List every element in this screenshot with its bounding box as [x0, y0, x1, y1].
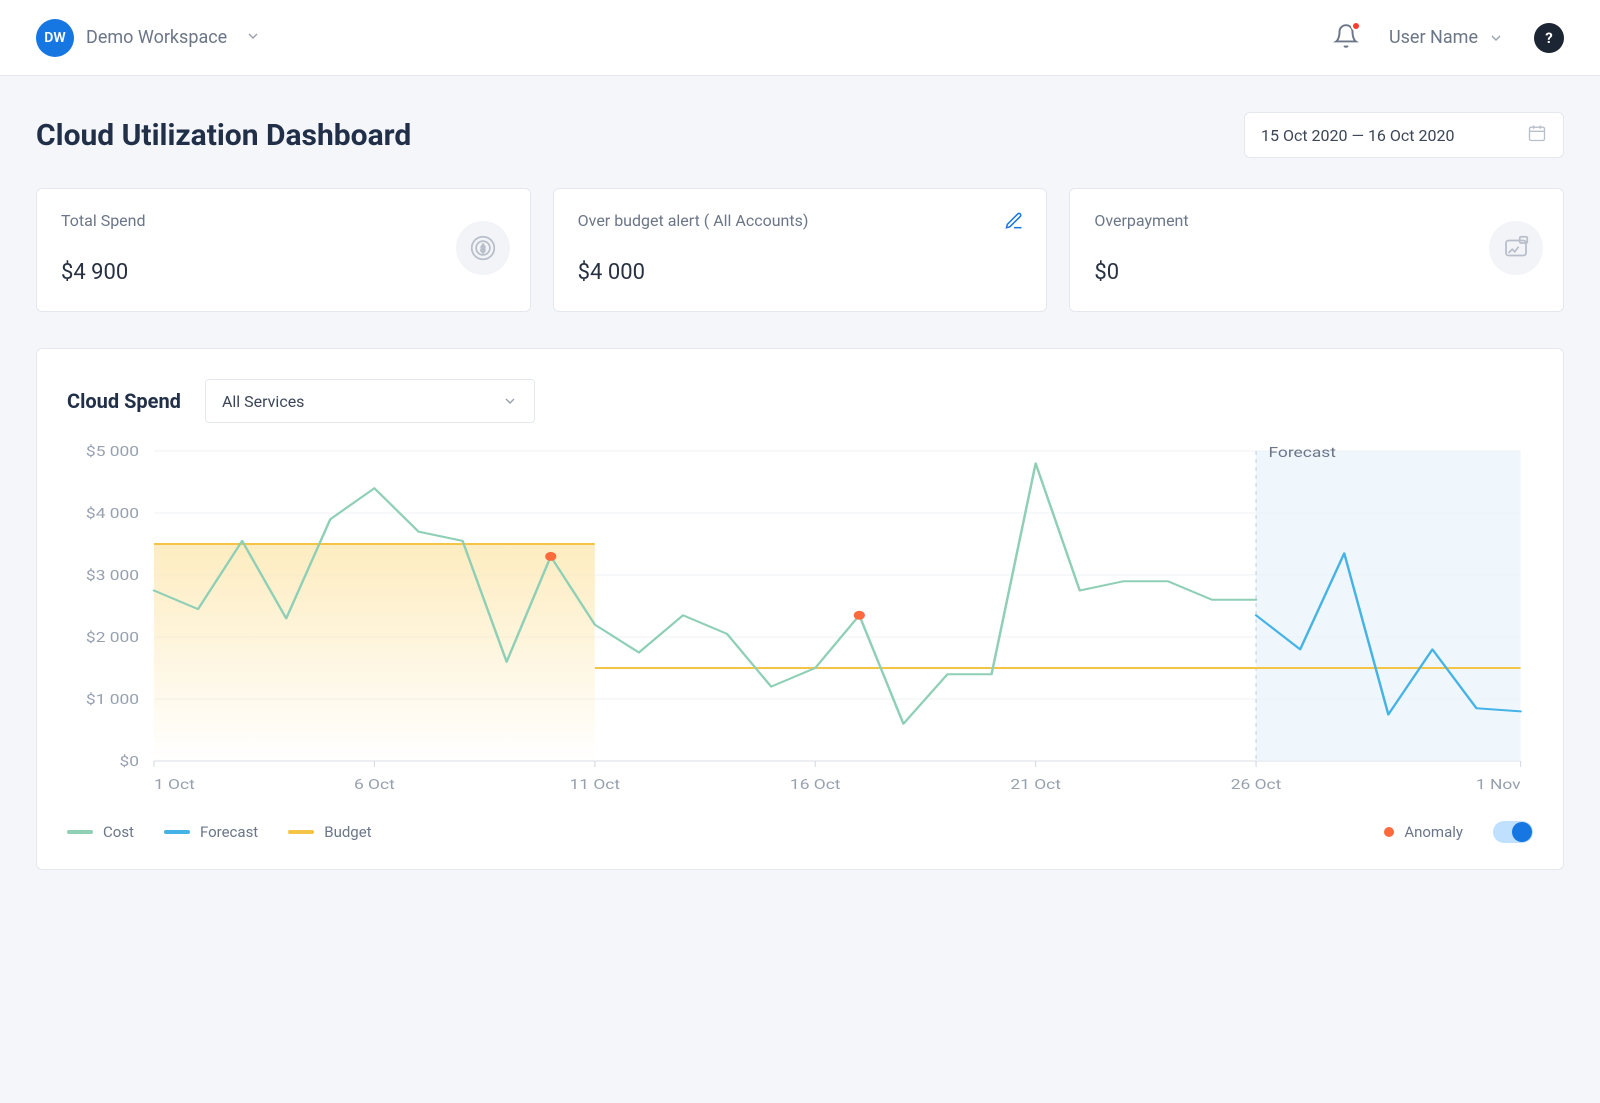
notifications-button[interactable]: [1333, 23, 1359, 53]
calendar-icon: [1527, 123, 1547, 147]
svg-text:11 Oct: 11 Oct: [570, 776, 621, 793]
page-header: Cloud Utilization Dashboard 15 Oct 2020 …: [36, 112, 1564, 158]
cloud-spend-chart[interactable]: $0 $1 000 $2 000 $3 000 $4 000 $5 000 1 Oct 6 O…: [67, 441, 1533, 801]
svg-text:1 Oct: 1 Oct: [154, 776, 195, 793]
chevron-down-icon: [1488, 30, 1504, 46]
card-overpayment: Overpayment $0: [1069, 188, 1564, 312]
legend-budget[interactable]: Budget: [288, 823, 371, 841]
anomaly-toggle[interactable]: [1493, 821, 1533, 843]
legend-forecast[interactable]: Forecast: [164, 823, 258, 841]
svg-text:26 Oct: 26 Oct: [1231, 776, 1282, 793]
edit-budget-button[interactable]: [1004, 211, 1024, 235]
card-total-spend: Total Spend $4 900 $: [36, 188, 531, 312]
card-value: $4 900: [61, 260, 506, 285]
dollar-ring-icon: $: [456, 221, 510, 275]
budget-swatch-icon: [288, 830, 314, 834]
svg-text:1 Nov: 1 Nov: [1476, 776, 1521, 793]
chart-legend: Cost Forecast Budget Anomaly: [67, 821, 1533, 843]
svg-text:$0: $0: [120, 753, 140, 770]
svg-text:$1 000: $1 000: [86, 691, 139, 708]
svg-text:$2 000: $2 000: [86, 629, 139, 646]
help-button[interactable]: ?: [1534, 23, 1564, 53]
forecast-swatch-icon: [164, 830, 190, 834]
legend-label: Anomaly: [1404, 823, 1463, 841]
notification-dot-icon: [1351, 21, 1361, 31]
card-label: Overpayment: [1094, 211, 1539, 230]
page: Cloud Utilization Dashboard 15 Oct 2020 …: [0, 76, 1600, 906]
svg-text:$: $: [480, 244, 485, 255]
svg-text:6 Oct: 6 Oct: [354, 776, 395, 793]
legend-label: Budget: [324, 823, 371, 841]
svg-text:21 Oct: 21 Oct: [1010, 776, 1061, 793]
select-value: All Services: [222, 392, 305, 411]
date-range-value: 15 Oct 2020 — 16 Oct 2020: [1261, 126, 1454, 145]
svg-text:$4 000: $4 000: [86, 505, 139, 522]
workspace-name: Demo Workspace: [86, 27, 227, 48]
workspace-selector[interactable]: DW Demo Workspace: [36, 19, 261, 57]
topbar-right: User Name ?: [1333, 23, 1564, 53]
card-value: $0: [1094, 260, 1539, 285]
card-label: Total Spend: [61, 211, 506, 230]
legend-anomaly: Anomaly: [1384, 823, 1463, 841]
date-range-picker[interactable]: 15 Oct 2020 — 16 Oct 2020: [1244, 112, 1564, 158]
card-value: $4 000: [578, 260, 1023, 285]
svg-text:16 Oct: 16 Oct: [790, 776, 841, 793]
chart-header: Cloud Spend All Services: [67, 379, 1533, 423]
chevron-down-icon: [502, 393, 518, 409]
svg-text:$3 000: $3 000: [86, 567, 139, 584]
card-label: Over budget alert ( All Accounts): [578, 211, 1023, 230]
overpayment-icon: [1489, 221, 1543, 275]
chevron-down-icon: [245, 28, 261, 48]
page-title: Cloud Utilization Dashboard: [36, 118, 411, 153]
legend-label: Forecast: [200, 823, 258, 841]
toggle-knob-icon: [1512, 822, 1532, 842]
services-select[interactable]: All Services: [205, 379, 535, 423]
chart-title: Cloud Spend: [67, 389, 181, 413]
question-icon: ?: [1545, 29, 1552, 47]
anomaly-dot-icon: [1384, 827, 1394, 837]
legend-label: Cost: [103, 823, 134, 841]
metric-cards: Total Spend $4 900 $ Over budget alert (…: [36, 188, 1564, 312]
topbar: DW Demo Workspace User Name ?: [0, 0, 1600, 76]
workspace-initials-badge: DW: [36, 19, 74, 57]
user-menu[interactable]: User Name: [1389, 27, 1504, 48]
svg-text:$5 000: $5 000: [86, 443, 139, 460]
svg-text:Forecast: Forecast: [1268, 444, 1335, 461]
legend-cost[interactable]: Cost: [67, 823, 134, 841]
user-name: User Name: [1389, 27, 1478, 48]
cost-swatch-icon: [67, 830, 93, 834]
card-over-budget: Over budget alert ( All Accounts) $4 000: [553, 188, 1048, 312]
card-cloud-spend: Cloud Spend All Services $0$1 000$2 000$…: [36, 348, 1564, 870]
